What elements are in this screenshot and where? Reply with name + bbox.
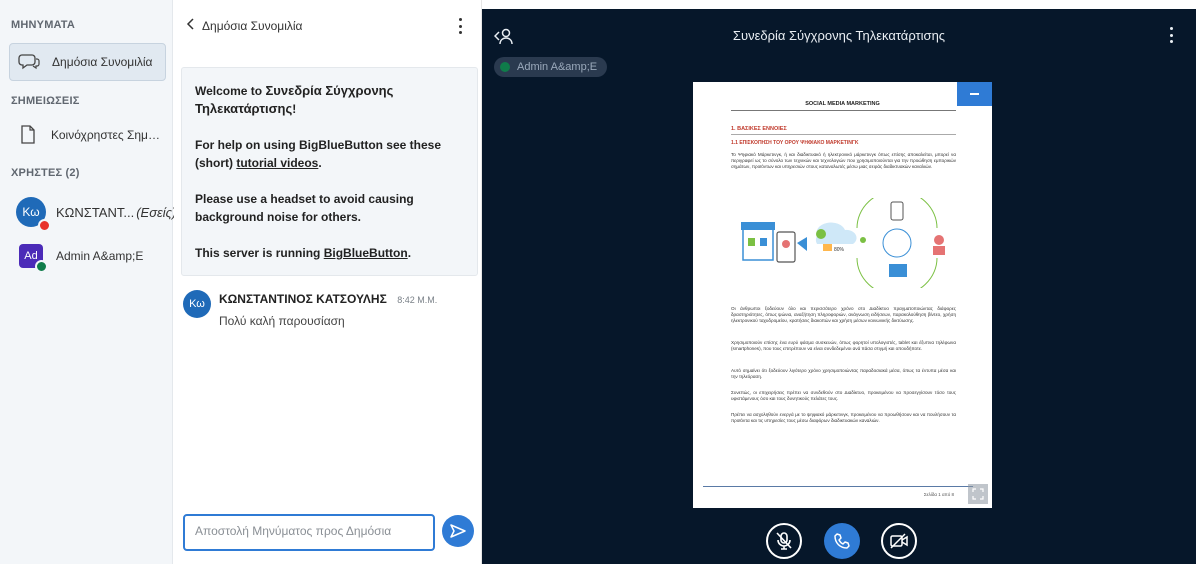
talking-dot-icon: [500, 62, 510, 72]
slide-header: SOCIAL MEDIA MARKETING: [805, 101, 880, 107]
slide-paragraph: Χρησιμοποιούν επίσης ένα ευρύ φάσμα συσκ…: [731, 340, 956, 352]
slide-paragraph: Συνεπώς, οι επιχειρήσεις πρέπει να συνδε…: [731, 390, 956, 402]
message-text: Πολύ καλή παρουσίαση: [219, 314, 345, 328]
chat-title[interactable]: Δημόσια Συνομιλία: [202, 19, 302, 33]
leave-audio-button[interactable]: [824, 523, 860, 559]
welcome-prefix: Welcome to: [195, 84, 266, 98]
chevron-left-icon[interactable]: [186, 17, 196, 35]
slide-page-number: Σελίδα 1 από 8: [923, 492, 954, 497]
meeting-options-icon[interactable]: [1170, 27, 1174, 43]
illus-percent: 80%: [834, 247, 845, 253]
slide-heading-1: 1. ΒΑΣΙΚΕΣ ΕΝΝΟΙΕΣ: [731, 126, 787, 132]
shared-notes-label: Κοινόχρηστες Σημει...: [51, 128, 163, 142]
camera-off-icon: [890, 533, 908, 549]
server-prefix: This server is running: [195, 246, 324, 260]
slide-rule: [731, 134, 956, 135]
talking-indicator: Admin A&amp;E: [494, 57, 608, 77]
mic-muted-badge-icon: [38, 219, 51, 232]
presentation-slide: SOCIAL MEDIA MARKETING 1. ΒΑΣΙΚΕΣ ΕΝΝΟΙΕ…: [693, 82, 992, 508]
user-row[interactable]: Ad Admin A&amp;E: [19, 244, 144, 273]
user-name: Admin A&amp;E: [56, 249, 144, 263]
welcome-line: Welcome to Συνεδρία Σύγχρονης Τηλεκατάρτ…: [195, 82, 464, 118]
share-webcam-button[interactable]: [881, 523, 917, 559]
slide-paragraph: Πρέπει να ασχοληθούν ενεργά με το ψηφιακ…: [731, 412, 956, 424]
meeting-area: Συνεδρία Σύγχρονης Τηλεκατάρτισης Admin …: [482, 9, 1196, 564]
chat-message-input[interactable]: Αποστολή Μηνύματος προς Δημόσια: [183, 514, 435, 551]
messages-section-title: ΜΗΝΥΜΑΤΑ: [11, 19, 76, 31]
send-button[interactable]: [442, 515, 474, 547]
public-chat-item[interactable]: Δημόσια Συνομιλία: [9, 43, 166, 81]
shared-notes-item[interactable]: Κοινόχρηστες Σημει...: [9, 116, 166, 154]
server-suffix: .: [407, 246, 412, 260]
slide-heading-2: 1.1 ΕΠΙΣΚΟΠΗΣΗ ΤΟΥ ΟΡΟΥ ΨΗΦΙΑΚΟ ΜΑΡΚΕΤΙΝ…: [731, 140, 859, 146]
avatar-initials: Ad: [24, 250, 38, 262]
user-name: ΚΩΝΣΤΑΝΤ...: [56, 204, 135, 220]
avatar-initials: Κω: [22, 205, 40, 219]
public-chat-label: Δημόσια Συνομιλία: [52, 55, 153, 69]
help-suffix: .: [318, 156, 322, 170]
chat-options-icon[interactable]: [459, 18, 463, 34]
digital-marketing-illustration: 80%: [741, 198, 945, 288]
user-row[interactable]: Κω ΚΩΝΣΤΑΝΤ... (Εσείς): [16, 197, 177, 232]
user-list-panel: ΜΗΝΥΜΑΤΑ Δημόσια Συνομιλία ΣΗΜΕΙΩΣΕΙΣ Κο…: [0, 0, 177, 564]
help-line: For help on using BigBlueButton see thes…: [195, 136, 464, 172]
slide-paragraph: Οι άνθρωποι ξοδεύουν όλο και περισσότερο…: [731, 306, 956, 324]
avatar: Κω: [16, 197, 51, 232]
microphone-off-icon: [776, 532, 792, 550]
slide-footer-rule: [703, 486, 973, 487]
bigbluebutton-link[interactable]: BigBlueButton: [324, 246, 408, 260]
welcome-suffix: !: [292, 102, 297, 116]
notes-section-title: ΣΗΜΕΙΩΣΕΙΣ: [11, 95, 80, 107]
fullscreen-button[interactable]: [968, 484, 988, 504]
minimize-icon: [970, 93, 979, 95]
slide-paragraph: Το Ψηφιακό Μάρκετινγκ, ή και διαδικτυακό…: [731, 152, 956, 170]
send-arrow-icon: [450, 524, 466, 538]
tutorial-videos-link[interactable]: tutorial videos: [236, 156, 318, 170]
slide-rule: [731, 110, 956, 111]
chat-bubble-icon: [16, 53, 42, 71]
message-body: ΚΩΝΣΤΑΝΤΙΝΟΣ ΚΑΤΣΟΥΛΗΣ 8:42 Μ.Μ. Πολύ κα…: [219, 290, 437, 328]
mute-microphone-button[interactable]: [766, 523, 802, 559]
document-icon: [15, 125, 41, 145]
message-author: ΚΩΝΣΤΑΝΤΙΝΟΣ ΚΑΤΣΟΥΛΗΣ: [219, 292, 387, 306]
talker-name: Admin A&amp;E: [517, 61, 598, 73]
mic-badge-icon: [35, 260, 48, 273]
avatar: Ad: [19, 244, 48, 273]
chat-message: Κω ΚΩΝΣΤΑΝΤΙΝΟΣ ΚΑΤΣΟΥΛΗΣ 8:42 Μ.Μ. Πολύ…: [183, 290, 437, 328]
slide-paragraph: Αυτό σημαίνει ότι ξοδεύουν λιγότερο χρόν…: [731, 368, 956, 380]
avatar: Κω: [183, 290, 211, 318]
user-you-suffix: (Εσείς): [136, 204, 177, 220]
phone-icon: [834, 533, 850, 549]
fullscreen-icon: [972, 488, 984, 500]
server-line: This server is running BigBlueButton.: [195, 244, 464, 262]
meeting-title: Συνεδρία Σύγχρονης Τηλεκατάρτισης: [732, 28, 946, 43]
avatar-initials: Κω: [189, 298, 205, 310]
chat-header: Δημόσια Συνομιλία: [186, 14, 471, 38]
users-section-title: ΧΡΗΣΤΕΣ (2): [11, 167, 80, 179]
chat-panel: Δημόσια Συνομιλία Welcome to Συνεδρία Σύ…: [174, 0, 482, 564]
headset-line: Please use a headset to avoid causing ba…: [195, 192, 414, 224]
welcome-message: Welcome to Συνεδρία Σύγχρονης Τηλεκατάρτ…: [181, 67, 478, 276]
message-time: 8:42 Μ.Μ.: [397, 295, 438, 305]
